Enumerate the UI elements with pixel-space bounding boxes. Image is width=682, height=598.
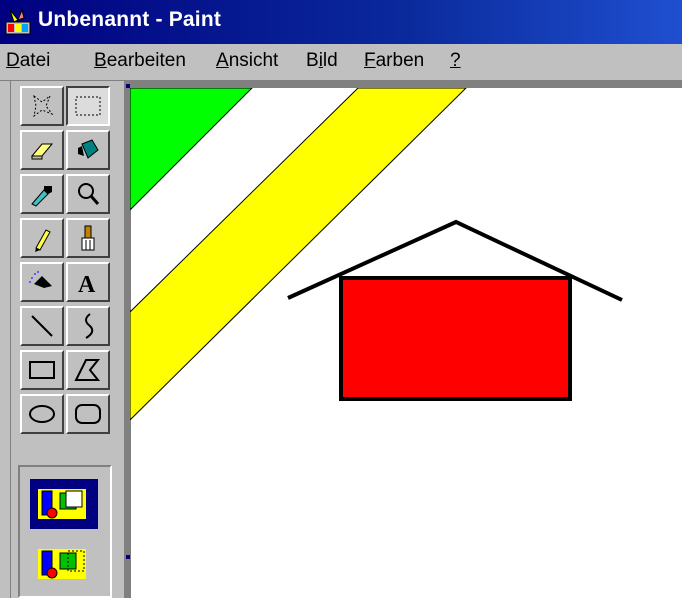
rectangle-icon [29, 361, 55, 379]
canvas-resize-handle-bottom[interactable] [126, 555, 130, 559]
select-icon [75, 96, 101, 116]
menu-bar: Datei Bearbeiten Ansicht Bild Farben ? [0, 44, 682, 81]
tool-fill[interactable] [66, 130, 110, 170]
drawing-surface [130, 88, 623, 598]
pick-color-icon [31, 186, 52, 207]
menu-ansicht[interactable]: Ansicht [216, 50, 278, 72]
pencil-icon [35, 229, 51, 252]
curve-icon [85, 313, 94, 339]
toolbox-divider [10, 81, 11, 598]
tool-curve[interactable] [66, 306, 110, 346]
tool-polygon[interactable] [66, 350, 110, 390]
ellipse-icon [29, 405, 55, 423]
tool-rectangle[interactable] [20, 350, 64, 390]
menu-farben-accel: F [364, 50, 376, 71]
paint-app-icon[interactable] [4, 8, 32, 36]
menu-ansicht-label: nsicht [228, 50, 279, 71]
menu-datei[interactable]: Datei [6, 50, 50, 72]
menu-bearbeiten[interactable]: Bearbeiten [94, 50, 186, 72]
menu-help[interactable]: ? [450, 50, 461, 72]
opaque-selection-option[interactable] [30, 479, 98, 529]
menu-farben-label: arben [375, 50, 425, 71]
free-form-select-icon [33, 94, 54, 118]
menu-bild-pre: B [306, 50, 319, 71]
menu-bild-label: ld [322, 50, 338, 71]
opaque-selection-icon [38, 489, 86, 519]
window-title: Unbenannt - Paint [38, 8, 222, 31]
drawing-canvas[interactable] [130, 88, 682, 598]
tool-pencil[interactable] [20, 218, 64, 258]
tool-text[interactable]: A [66, 262, 110, 302]
tool-line[interactable] [20, 306, 64, 346]
green-stripe [130, 88, 253, 211]
tool-airbrush[interactable] [20, 262, 64, 302]
tool-free-form-select[interactable] [20, 86, 64, 126]
menu-datei-accel: D [6, 50, 20, 71]
airbrush-icon [29, 271, 52, 288]
tool-rounded-rectangle[interactable] [66, 394, 110, 434]
menu-ansicht-accel: A [216, 50, 229, 71]
menu-help-accel: ? [450, 50, 461, 71]
line-icon [31, 315, 53, 337]
eraser-icon [30, 143, 54, 160]
polygon-icon [74, 359, 101, 381]
title-bar[interactable]: Unbenannt - Paint [0, 0, 682, 44]
rounded-rectangle-icon [75, 404, 101, 424]
tool-select[interactable] [66, 86, 110, 126]
menu-bild[interactable]: Bild [306, 50, 338, 72]
fill-with-color-icon [78, 139, 99, 159]
tool-eraser[interactable] [20, 130, 64, 170]
tool-brush[interactable] [66, 218, 110, 258]
tool-options-panel [18, 465, 112, 598]
tool-ellipse[interactable] [20, 394, 64, 434]
house-body [339, 276, 572, 401]
menu-farben[interactable]: Farben [364, 50, 424, 72]
transparent-selection-option[interactable] [30, 539, 98, 589]
canvas-resize-handle-top[interactable] [126, 84, 130, 88]
menu-bearbeiten-accel: B [94, 50, 107, 71]
text-tool-glyph: A [78, 272, 96, 298]
menu-datei-label: atei [19, 50, 51, 71]
magnifier-icon [78, 183, 100, 205]
tool-magnifier[interactable] [66, 174, 110, 214]
tool-pick-color[interactable] [20, 174, 64, 214]
text-icon: A [78, 272, 96, 298]
brush-icon [81, 225, 95, 251]
menu-bearbeiten-label: earbeiten [106, 50, 186, 71]
transparent-selection-icon [38, 549, 86, 579]
